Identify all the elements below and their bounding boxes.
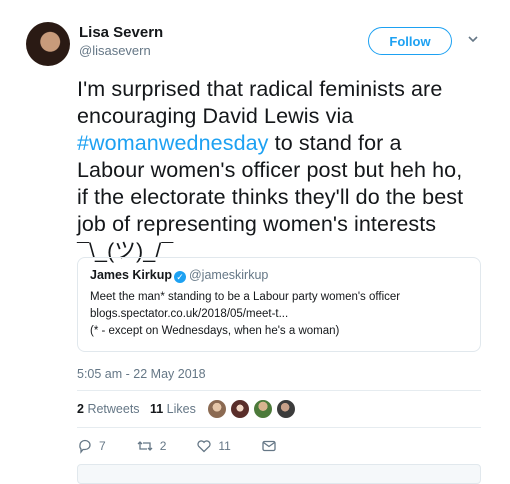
quoted-tweet[interactable]: James Kirkup ✓ @jameskirkup Meet the man* … — [77, 257, 481, 352]
chevron-down-icon[interactable] — [466, 32, 480, 46]
tweet-line: if the electorate thinks they'll do the … — [77, 185, 464, 209]
like-icon — [197, 440, 212, 453]
message-icon — [262, 440, 276, 452]
engagement-stats: 2 Retweets 11 Likes — [77, 402, 196, 416]
retweet-count: 2 — [159, 439, 167, 453]
likes-count[interactable]: 11 — [150, 402, 163, 416]
tweet-line: job of representing women's interests — [77, 212, 437, 236]
tweet-text: I'm surprised that radical feminists are… — [77, 76, 497, 265]
quoted-author-name: James Kirkup — [90, 268, 172, 282]
message-action[interactable] — [261, 438, 283, 454]
author-avatar[interactable] — [26, 22, 70, 66]
retweets-count[interactable]: 2 — [77, 402, 84, 416]
retweet-action[interactable]: 2 — [136, 438, 167, 454]
reply-box[interactable] — [77, 464, 481, 484]
tweet-line: I'm surprised that radical feminists are — [77, 77, 443, 101]
verified-icon: ✓ — [173, 271, 186, 283]
retweet-icon — [137, 441, 153, 451]
quoted-text-line: (* - except on Wednesdays, when he's a w… — [90, 325, 340, 337]
liker-avatar[interactable] — [207, 399, 227, 419]
reply-action[interactable]: 7 — [77, 438, 106, 454]
like-action[interactable]: 11 — [196, 438, 231, 454]
divider — [77, 390, 481, 391]
quoted-text-line: Meet the man* standing to be a Labour pa… — [90, 291, 401, 303]
divider — [77, 427, 481, 428]
author-name[interactable]: Lisa Severn — [79, 24, 163, 41]
follow-button[interactable]: Follow — [368, 27, 452, 55]
reply-icon — [79, 439, 91, 454]
likes-label[interactable]: Likes — [167, 402, 196, 416]
hashtag-link[interactable]: #womanwednesday — [77, 131, 269, 155]
quoted-header: James Kirkup ✓ @jameskirkup — [90, 268, 268, 283]
tweet-line-rest: to stand for a — [268, 131, 402, 155]
tweet-line: Labour women's officer post but heh ho, — [77, 158, 463, 182]
tweet-line: #womanwednesday to stand for a — [77, 130, 497, 157]
quoted-author-handle: @jameskirkup — [188, 268, 269, 282]
likers-avatars — [207, 399, 299, 419]
author-handle[interactable]: @lisasevern — [79, 43, 151, 58]
tweet-actions: 7 2 11 — [77, 438, 313, 454]
liker-avatar[interactable] — [253, 399, 273, 419]
quoted-link[interactable]: blogs.spectator.co.uk/2018/05/meet-t... — [90, 308, 288, 320]
liker-avatar[interactable] — [230, 399, 250, 419]
tweet-line: encouraging David Lewis via — [77, 104, 354, 128]
like-count: 11 — [218, 439, 231, 453]
liker-avatar[interactable] — [276, 399, 296, 419]
reply-count: 7 — [99, 439, 106, 453]
tweet-timestamp[interactable]: 5:05 am - 22 May 2018 — [77, 367, 206, 381]
retweets-label[interactable]: Retweets — [87, 402, 139, 416]
